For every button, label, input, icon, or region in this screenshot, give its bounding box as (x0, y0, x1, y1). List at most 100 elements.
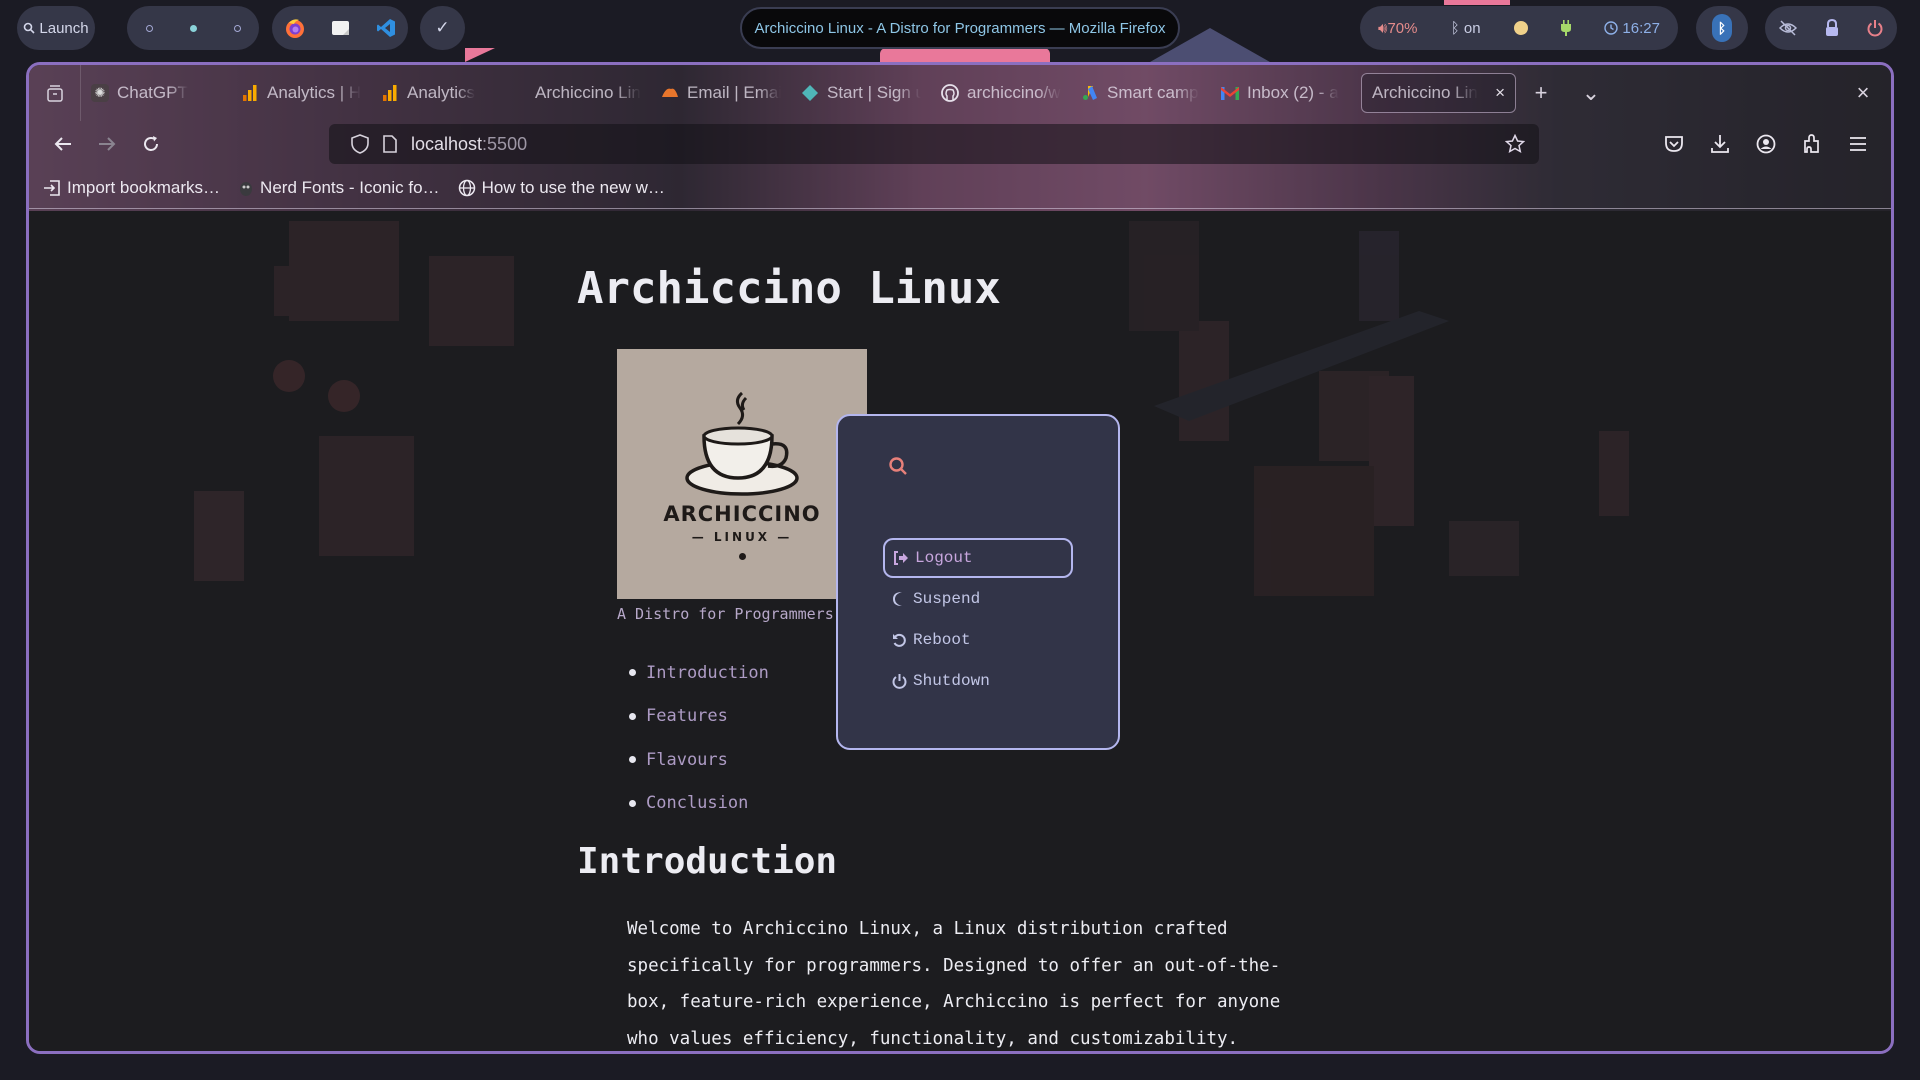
tab-label: ChatGPT (117, 83, 188, 102)
plug-icon (1561, 20, 1572, 36)
system-controls (1765, 6, 1897, 50)
search-icon (24, 22, 35, 34)
pocket-button[interactable] (1655, 126, 1693, 162)
app-dock (272, 6, 408, 50)
tab-label: Email | Emai (687, 83, 781, 102)
tab[interactable]: archiccino/w (931, 73, 1071, 113)
bookmark-star-icon[interactable] (1505, 134, 1525, 154)
downloads-button[interactable] (1701, 126, 1739, 162)
wallpaper-shape (880, 48, 1050, 62)
volume-indicator[interactable]: 🔊︎70% (1378, 20, 1417, 37)
new-tab-button[interactable]: + (1516, 80, 1566, 106)
arrow-right-icon (99, 137, 116, 151)
top-panel: Launch ✓ Archiccino Linux - A Distro for… (0, 0, 1920, 62)
logout-option[interactable]: Logout (883, 538, 1073, 578)
logo-brand: ARCHICCINO (663, 502, 821, 526)
page-icon[interactable] (383, 135, 397, 153)
forward-button[interactable] (85, 126, 129, 162)
workspace-3[interactable] (233, 24, 241, 32)
moon-icon (891, 591, 907, 607)
wallpaper-shape (465, 48, 495, 62)
extensions-button[interactable] (1793, 126, 1831, 162)
shutdown-option[interactable]: Shutdown (883, 661, 1073, 701)
tab[interactable]: Analytics | H (231, 73, 371, 113)
google-ads-icon (1081, 84, 1099, 102)
search-icon[interactable] (888, 456, 908, 476)
account-icon (1756, 134, 1776, 154)
tab[interactable]: Analytics (371, 73, 511, 113)
power-menu: Logout Suspend Reboot Shutdown (836, 414, 1120, 750)
check-icon: ✓ (435, 18, 450, 37)
window-title-text: Archiccino Linux - A Distro for Programm… (754, 19, 1166, 37)
lock-icon[interactable] (1825, 19, 1839, 37)
tab-label: Analytics | H (267, 83, 361, 102)
tab[interactable]: Start | Sign u (791, 73, 931, 113)
shield-icon[interactable] (351, 134, 369, 154)
firefox-view-icon (46, 85, 63, 102)
power-icon (891, 673, 907, 689)
menu-button[interactable] (1839, 126, 1877, 162)
firefox-view-button[interactable] (29, 65, 81, 121)
close-tab-icon[interactable]: × (1495, 83, 1505, 103)
github-icon (941, 84, 959, 102)
chatgpt-icon: ✺ (91, 84, 109, 102)
power-icon[interactable] (1867, 19, 1883, 37)
download-icon (1711, 135, 1729, 153)
tab-active[interactable]: Archiccino Lin × (1361, 73, 1516, 113)
email-icon (661, 84, 679, 102)
toc-link[interactable]: Introduction (629, 651, 769, 695)
bookmark-item[interactable]: Nerd Fonts - Iconic fo… (238, 178, 440, 198)
toc-link[interactable]: Features (629, 695, 769, 739)
tab[interactable]: Archiccino Linux (511, 73, 651, 113)
workspace-1[interactable] (145, 24, 153, 32)
toc-link[interactable]: Conclusion (629, 782, 769, 826)
tab-label: Smart camp (1107, 83, 1199, 102)
tab-label: Start | Sign u (827, 83, 921, 102)
bookmarks-toolbar: Import bookmarks… Nerd Fonts - Iconic fo… (29, 167, 1891, 209)
firefox-icon[interactable] (284, 17, 306, 39)
table-of-contents: Introduction Features Flavours Conclusio… (629, 651, 769, 825)
url-bar[interactable]: localhost:5500 (329, 124, 1539, 164)
tab-label: archiccino/w (967, 83, 1061, 102)
logo-caption: A Distro for Programmers (617, 605, 834, 623)
idle-inhibit-icon[interactable] (1779, 20, 1797, 36)
logo-subtitle: — LINUX — (691, 530, 793, 544)
tab[interactable]: Smart camp (1071, 73, 1211, 113)
bookmark-label: How to use the new w… (481, 177, 665, 197)
list-all-tabs-button[interactable]: ⌄ (1566, 80, 1616, 106)
reboot-option[interactable]: Reboot (883, 620, 1073, 660)
navigation-toolbar: localhost:5500 (29, 121, 1891, 167)
toc-link[interactable]: Flavours (629, 738, 769, 782)
nerd-fonts-icon (240, 181, 253, 196)
account-button[interactable] (1747, 126, 1785, 162)
tab-bar: ✺ ChatGPT Analytics | H Analytics Archic… (29, 65, 1891, 121)
clock[interactable]: 16:27 (1604, 20, 1660, 37)
tab[interactable]: ✺ ChatGPT (81, 73, 231, 113)
tab[interactable]: Inbox (2) - a (1211, 73, 1351, 113)
analytics-icon (381, 84, 399, 102)
tab-label: Analytics (407, 83, 476, 102)
reboot-icon (891, 633, 907, 648)
reload-icon (144, 136, 158, 151)
files-icon[interactable] (331, 19, 351, 37)
vscode-icon[interactable] (376, 18, 396, 38)
page-title: Archiccino Linux (577, 263, 1001, 314)
bluetooth-icon: ᛒ (1712, 14, 1732, 42)
logo-dot (738, 553, 746, 560)
battery-dot-icon (1513, 21, 1528, 35)
tab[interactable]: Email | Emai (651, 73, 791, 113)
launcher-button[interactable]: Launch (17, 6, 95, 50)
back-button[interactable] (41, 126, 85, 162)
bookmark-item[interactable]: How to use the new w… (458, 178, 665, 198)
workspace-2[interactable] (189, 24, 197, 32)
bluetooth-status[interactable]: ᛒ on (1451, 20, 1481, 37)
close-window-button[interactable]: × (1843, 80, 1883, 106)
suspend-option[interactable]: Suspend (883, 579, 1073, 619)
option-label: Logout (915, 549, 973, 567)
reload-button[interactable] (129, 126, 173, 162)
bookmark-item[interactable]: Import bookmarks… (43, 178, 220, 198)
clock-time: 16:27 (1622, 19, 1660, 37)
wallpaper-shape (1444, 0, 1510, 5)
task-check-button[interactable]: ✓ (420, 6, 465, 50)
bluetooth-button[interactable]: ᛒ (1696, 6, 1748, 50)
